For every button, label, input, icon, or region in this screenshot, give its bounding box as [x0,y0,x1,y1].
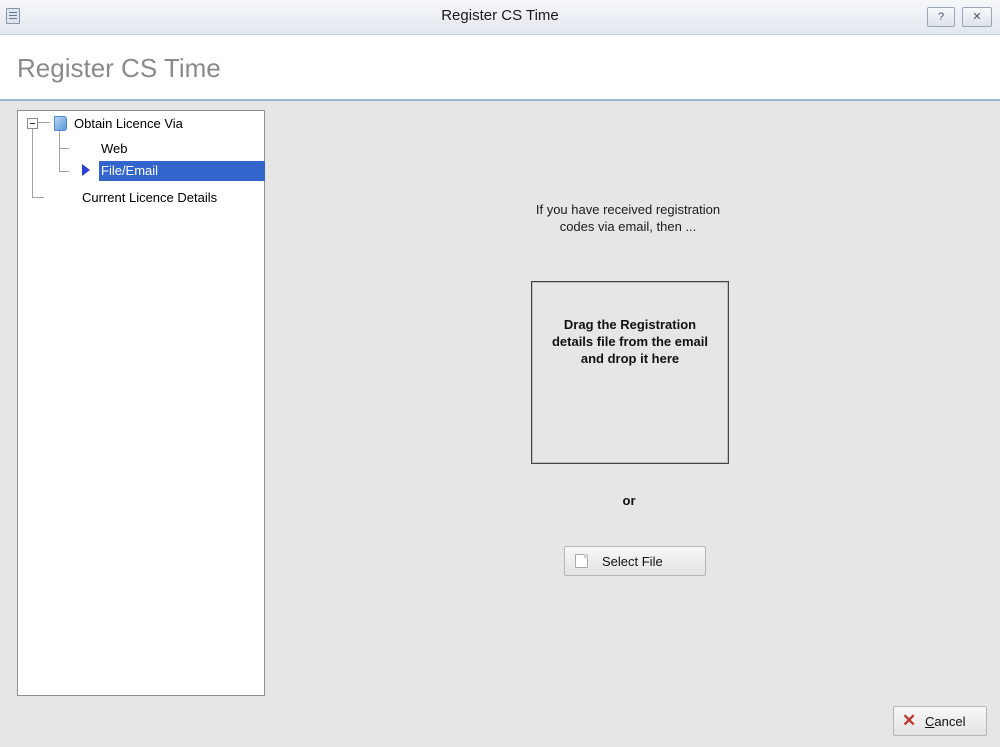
tree-connector [59,148,69,149]
cancel-button[interactable]: ✕ Cancel [893,706,987,736]
close-icon: ✕ [972,11,982,23]
drop-zone-text: Drag the Registration details file from … [551,317,709,366]
select-file-label: Select File [602,554,663,569]
file-icon [575,554,588,568]
help-button[interactable]: ? [927,7,955,27]
window-title: Register CS Time [441,7,559,24]
tree-item-current-licence-details[interactable]: Current Licence Details [82,190,217,205]
tree-connector [59,131,60,171]
tree-item-file-email[interactable]: File/Email [101,163,158,178]
or-separator: or [622,493,636,508]
tree-connector [38,122,50,123]
help-icon: ? [937,11,945,23]
instruction-text: If you have received registration codes … [535,202,721,234]
navigation-tree[interactable]: Obtain Licence Via Web File/Email Curren… [17,110,265,696]
page-title: Register CS Time [17,53,221,83]
file-drop-zone[interactable]: Drag the Registration details file from … [531,281,729,464]
cancel-icon: ✕ [902,711,917,730]
tree-connector [32,197,44,198]
page-header: Register CS Time [0,35,1000,101]
tree-connector [32,129,33,197]
collapse-toggle-icon[interactable] [27,118,38,129]
tree-item-web[interactable]: Web [101,141,128,156]
tree-item-obtain-licence-via[interactable]: Obtain Licence Via [74,116,183,131]
current-item-arrow-icon [82,164,90,176]
tree-connector [59,171,69,172]
close-button[interactable]: ✕ [962,7,992,27]
cancel-label: Cancel [925,714,966,729]
select-file-button[interactable]: Select File [564,546,706,576]
window-titlebar: Register CS Time ? ✕ [0,0,1000,35]
book-icon [54,116,67,131]
